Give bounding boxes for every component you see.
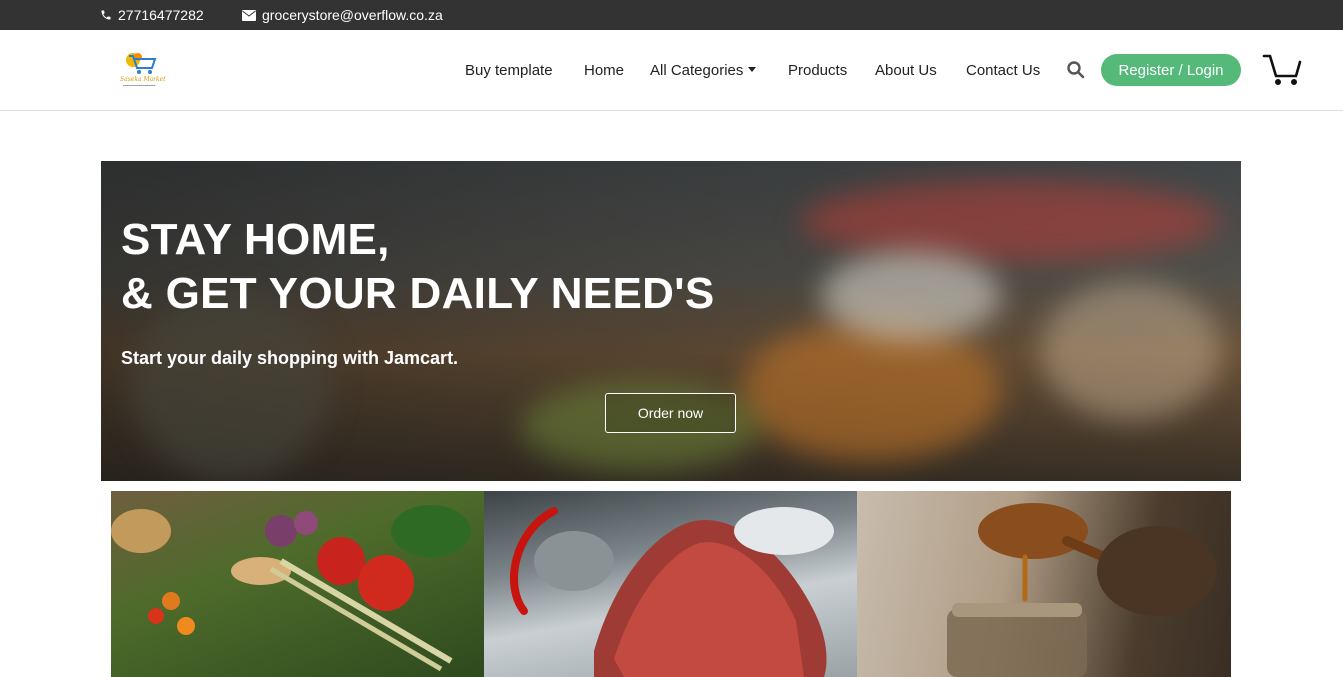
phone-icon — [100, 9, 112, 21]
shelf-goods-blur — [1041, 281, 1221, 421]
hero-title-line-2: & GET YOUR DAILY NEED'S — [121, 269, 715, 318]
register-login-button[interactable]: Register / Login — [1101, 54, 1241, 86]
nav-item-products[interactable]: Products — [788, 30, 847, 110]
email-contact[interactable]: grocerystore@overflow.co.za — [242, 0, 443, 30]
produce-orange-blur — [741, 321, 1001, 461]
shopping-cart-logo-icon — [126, 53, 157, 74]
logo-lettering: Saseka Market — [120, 76, 166, 83]
vegetables-image — [111, 505, 471, 672]
category-tile-honey[interactable] — [857, 491, 1231, 677]
nav-item-contact-us[interactable]: Contact Us — [966, 30, 1040, 110]
order-now-button[interactable]: Order now — [605, 393, 736, 433]
nav-link[interactable]: All Categories — [650, 62, 743, 79]
envelope-icon — [242, 9, 256, 21]
nav-item-about-us[interactable]: About Us — [875, 30, 937, 110]
logo-tagline-mark: ▬▬▬▬▬▬▬▬▬▬▬▬▬ — [123, 84, 156, 87]
honey-jar-image — [947, 503, 1217, 677]
site-header: Saseka Market ▬▬▬▬▬▬▬▬▬▬▬▬▬ Buy template… — [0, 30, 1343, 111]
paper-bag-blur — [821, 251, 1001, 341]
category-tile-vegetables[interactable] — [111, 491, 484, 677]
email-address: grocerystore@overflow.co.za — [262, 7, 443, 23]
nav-link[interactable]: Home — [584, 62, 624, 79]
nav-link[interactable]: Buy template — [465, 62, 553, 79]
phone-contact[interactable]: 27716477282 — [100, 0, 204, 30]
caret-down-icon — [748, 66, 757, 72]
search-icon[interactable] — [1066, 60, 1086, 80]
contact-bar: 27716477282 grocerystore@overflow.co.za — [0, 0, 1343, 30]
brand-logo[interactable]: Saseka Market ▬▬▬▬▬▬▬▬▬▬▬▬▬ — [118, 50, 168, 92]
nav-item-home[interactable]: Home — [584, 30, 624, 110]
nav-item-all-categories[interactable]: All Categories — [650, 30, 757, 110]
phone-number: 27716477282 — [118, 7, 204, 23]
nav-link[interactable]: Products — [788, 62, 847, 79]
hero-subtitle: Start your daily shopping with Jamcart. — [121, 348, 459, 368]
category-tile-meat[interactable] — [484, 491, 857, 677]
nav-link[interactable]: About Us — [875, 62, 937, 79]
hero-title: STAY HOME, & GET YOUR DAILY NEED'S — [121, 213, 715, 321]
hero-title-line-1: STAY HOME, — [121, 215, 390, 264]
hero-banner: STAY HOME, & GET YOUR DAILY NEED'S Start… — [101, 161, 1241, 481]
nav-link[interactable]: Contact Us — [966, 62, 1040, 79]
nav-item-buy-template[interactable]: Buy template — [465, 30, 553, 110]
shelf-red-blur — [801, 181, 1221, 261]
cart-icon[interactable] — [1262, 52, 1302, 88]
meat-steak-image — [510, 507, 834, 677]
